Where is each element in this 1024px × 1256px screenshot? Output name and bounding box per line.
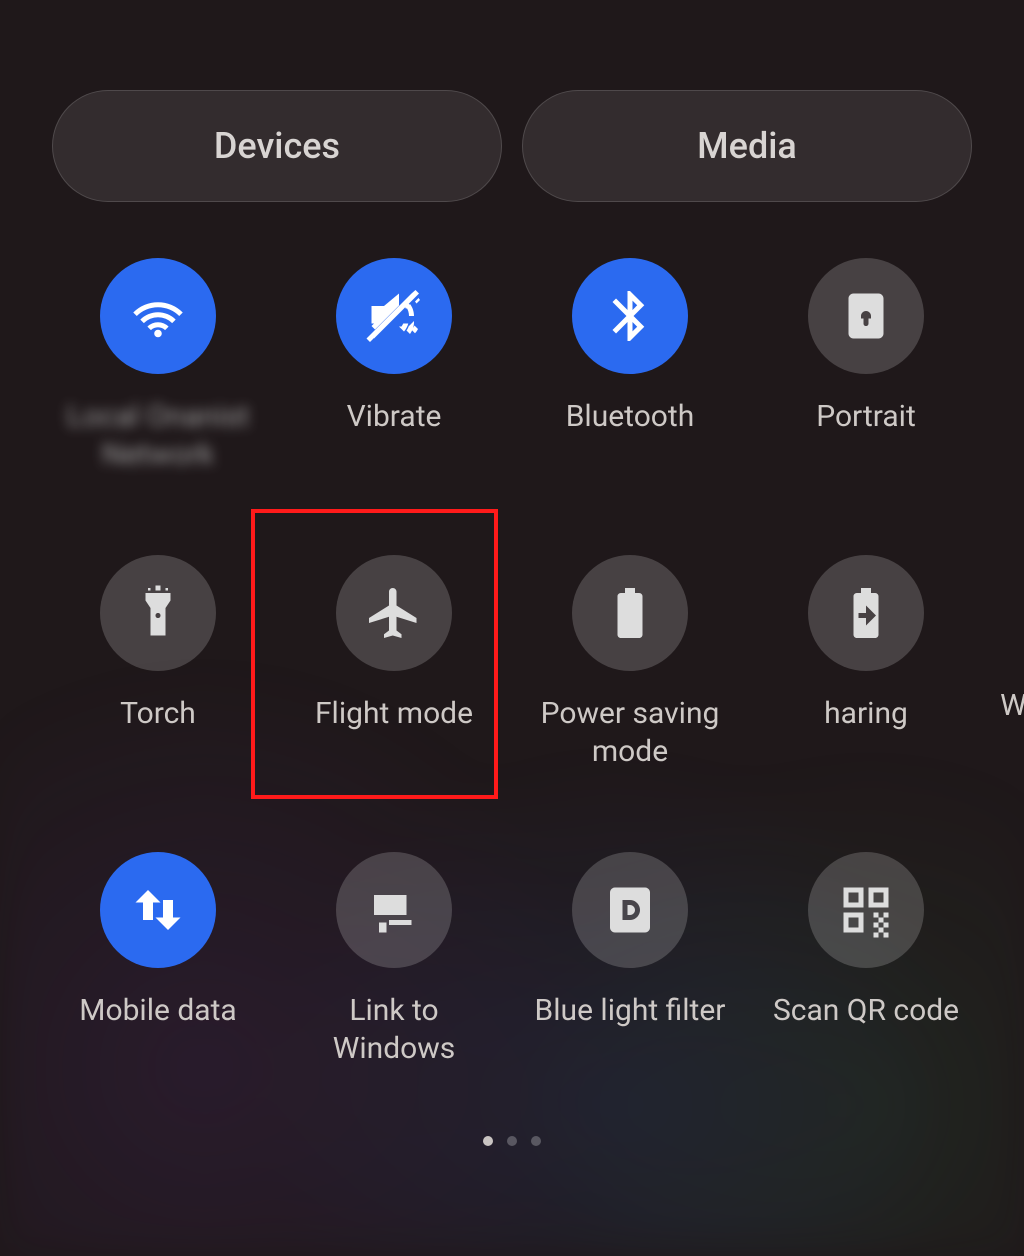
tile-link-windows[interactable]: Link to Windows <box>276 852 512 1069</box>
lock-portrait-icon <box>808 258 924 374</box>
tile-torch[interactable]: Torch <box>40 555 276 772</box>
tile-blue-light-label: Blue light filter <box>535 992 726 1030</box>
mute-vibrate-icon <box>336 258 452 374</box>
quick-settings-panel: Devices Media Local Onanist Network Vibr… <box>0 0 1024 1256</box>
link-windows-icon <box>336 852 452 968</box>
tile-bluetooth-label: Bluetooth <box>566 398 695 436</box>
battery-recycle-icon <box>572 555 688 671</box>
tile-torch-label: Torch <box>120 695 196 733</box>
page-indicator[interactable] <box>483 1136 541 1146</box>
media-button[interactable]: Media <box>522 90 972 202</box>
top-buttons-row: Devices Media <box>0 0 1024 202</box>
tile-blue-light[interactable]: Blue light filter <box>512 852 748 1069</box>
tile-power-sharing-label: haring <box>824 695 908 733</box>
tile-wifi-label: Local Onanist Network <box>53 398 263 475</box>
wifi-icon <box>100 258 216 374</box>
tile-link-windows-label: Link to Windows <box>289 992 499 1069</box>
devices-button[interactable]: Devices <box>52 90 502 202</box>
tile-mobile-data[interactable]: Mobile data <box>40 852 276 1069</box>
tile-portrait[interactable]: Portrait <box>748 258 984 475</box>
tile-flight-mode[interactable]: Flight mode <box>276 555 512 772</box>
qr-icon <box>808 852 924 968</box>
tile-scan-qr[interactable]: Scan QR code <box>748 852 984 1069</box>
tile-power-saving[interactable]: Power saving mode <box>512 555 748 772</box>
tile-scan-qr-label: Scan QR code <box>773 992 959 1030</box>
quick-settings-grid: Local Onanist Network Vibrate Bluetooth … <box>0 202 1024 1068</box>
tile-wifi[interactable]: Local Onanist Network <box>40 258 276 475</box>
tile-mobile-data-label: Mobile data <box>79 992 236 1030</box>
battery-share-icon <box>808 555 924 671</box>
mobile-data-icon <box>100 852 216 968</box>
bluetooth-icon <box>572 258 688 374</box>
tile-power-sharing[interactable]: haring <box>748 555 984 772</box>
page-dot-1[interactable] <box>483 1136 493 1146</box>
peek-next-label: Wi <box>1000 688 1024 723</box>
page-dot-2[interactable] <box>507 1136 517 1146</box>
page-dot-3[interactable] <box>531 1136 541 1146</box>
tile-portrait-label: Portrait <box>816 398 916 436</box>
tile-vibrate[interactable]: Vibrate <box>276 258 512 475</box>
tile-bluetooth[interactable]: Bluetooth <box>512 258 748 475</box>
tile-power-saving-label: Power saving mode <box>525 695 735 772</box>
tile-flight-label: Flight mode <box>315 695 473 733</box>
torch-icon <box>100 555 216 671</box>
tile-vibrate-label: Vibrate <box>347 398 442 436</box>
airplane-icon <box>336 555 452 671</box>
blue-light-icon <box>572 852 688 968</box>
